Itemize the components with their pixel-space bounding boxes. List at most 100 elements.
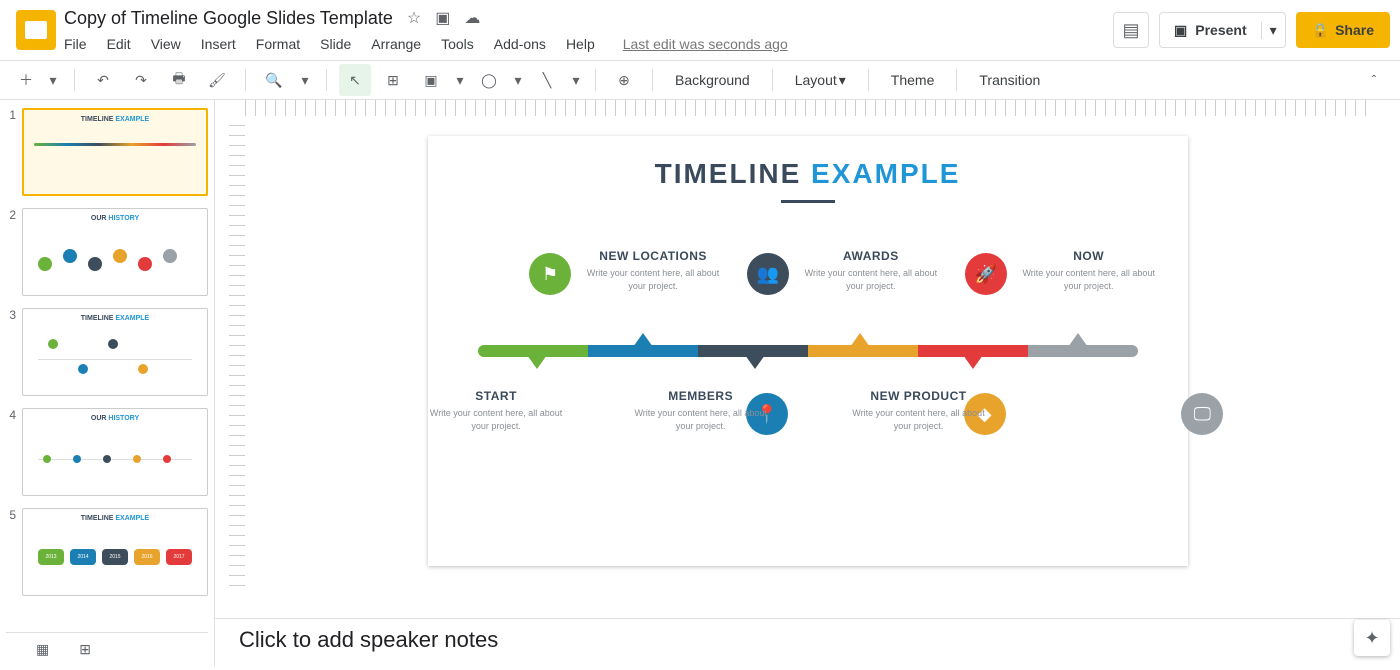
timeline-caption[interactable]: NOW Write your content here, all about yo… bbox=[1014, 249, 1164, 292]
timeline-bubble[interactable]: 🚀 bbox=[965, 253, 1007, 295]
paint-format-button[interactable]: 🖌 bbox=[201, 64, 233, 96]
toolbar: ＋ ▾ ↶ ↷ 🖶 🖌 🔍 ▾ ↖ ⊞ ▣ ▾ ◯ ▾ ╲ ▾ ⊕ Backgr… bbox=[0, 60, 1400, 100]
comment-tool[interactable]: ⊕ bbox=[608, 64, 640, 96]
title-word-b: EXAMPLE bbox=[811, 158, 960, 189]
thumbnail-4[interactable]: OUR HISTORY bbox=[22, 408, 208, 496]
present-dropdown[interactable]: ▾ bbox=[1261, 22, 1285, 39]
explore-icon: ✦ bbox=[1364, 628, 1379, 649]
menu-file[interactable]: File bbox=[64, 36, 87, 52]
print-button[interactable]: 🖶 bbox=[163, 64, 195, 96]
app-header: Copy of Timeline Google Slides Template … bbox=[0, 0, 1400, 60]
doc-title[interactable]: Copy of Timeline Google Slides Template bbox=[64, 8, 393, 29]
menu-insert[interactable]: Insert bbox=[201, 36, 236, 52]
share-button[interactable]: 🔒 Share bbox=[1296, 12, 1390, 48]
timeline-body: Write your content here, all about your … bbox=[796, 267, 946, 292]
speaker-notes[interactable]: Click to add speaker notes bbox=[215, 618, 1400, 666]
zoom-button[interactable]: 🔍 bbox=[258, 64, 290, 96]
slide-canvas[interactable]: TIMELINE EXAMPLE ⚑NEW LOCATIONSWrite you… bbox=[428, 136, 1188, 566]
shape-dropdown[interactable]: ▾ bbox=[511, 64, 525, 96]
comment-icon: ▤ bbox=[1123, 20, 1140, 41]
timeline-bubble[interactable]: ⚑ bbox=[529, 253, 571, 295]
menu-edit[interactable]: Edit bbox=[107, 36, 131, 52]
canvas[interactable]: TIMELINE EXAMPLE ⚑NEW LOCATIONSWrite you… bbox=[215, 116, 1400, 618]
new-slide-dropdown[interactable]: ▾ bbox=[44, 64, 62, 96]
undo-button[interactable]: ↶ bbox=[87, 64, 119, 96]
timeline-marker bbox=[527, 355, 547, 369]
timeline-body: Write your content here, all about your … bbox=[421, 407, 571, 432]
timeline-caption[interactable]: AWARDS Write your content here, all about… bbox=[796, 249, 946, 292]
textbox-tool[interactable]: ⊞ bbox=[377, 64, 409, 96]
timeline-bubble[interactable]: 👥 bbox=[747, 253, 789, 295]
grid-view-icon[interactable]: ⊞ bbox=[79, 641, 91, 658]
filmstrip: 1 TIMELINE EXAMPLE 2 OUR HISTORY 3 bbox=[0, 100, 215, 666]
separator bbox=[868, 69, 869, 91]
menu-addons[interactable]: Add-ons bbox=[494, 36, 546, 52]
thumbnail-5[interactable]: TIMELINE EXAMPLE 2013 2014 2015 2016 201… bbox=[22, 508, 208, 596]
timeline-body: Write your content here, all about your … bbox=[1014, 267, 1164, 292]
image-tool[interactable]: ▣ bbox=[415, 64, 447, 96]
title-underline bbox=[781, 200, 835, 203]
collapse-toolbar[interactable]: ˆ bbox=[1358, 64, 1390, 96]
thumbnail-3[interactable]: TIMELINE EXAMPLE bbox=[22, 308, 208, 396]
star-icon[interactable]: ☆ bbox=[407, 8, 421, 28]
timeline-label: MEMBERS bbox=[626, 389, 776, 403]
timeline-body: Write your content here, all about your … bbox=[626, 407, 776, 432]
present-button[interactable]: ▣ Present bbox=[1160, 22, 1261, 39]
menu-view[interactable]: View bbox=[151, 36, 181, 52]
last-edit[interactable]: Last edit was seconds ago bbox=[623, 36, 788, 52]
redo-button[interactable]: ↷ bbox=[125, 64, 157, 96]
ruler-horizontal bbox=[245, 100, 1370, 116]
timeline-label: START bbox=[421, 389, 571, 403]
theme-button[interactable]: Theme bbox=[881, 64, 945, 96]
image-dropdown[interactable]: ▾ bbox=[453, 64, 467, 96]
timeline[interactable]: ⚑NEW LOCATIONSWrite your content here, a… bbox=[478, 263, 1138, 503]
menu-tools[interactable]: Tools bbox=[441, 36, 474, 52]
filmstrip-view-icon[interactable]: ▦ bbox=[36, 641, 49, 658]
timeline-marker bbox=[745, 355, 765, 369]
menu-bar: File Edit View Insert Format Slide Arran… bbox=[64, 30, 1113, 60]
thumb-number: 1 bbox=[6, 108, 16, 196]
present-label: Present bbox=[1195, 22, 1246, 38]
layout-button[interactable]: Layout▾ bbox=[785, 64, 856, 96]
timeline-marker bbox=[850, 333, 870, 347]
timeline-label: NOW bbox=[1014, 249, 1164, 263]
separator bbox=[772, 69, 773, 91]
menu-arrange[interactable]: Arrange bbox=[371, 36, 421, 52]
explore-button[interactable]: ✦ bbox=[1354, 620, 1390, 656]
line-tool[interactable]: ╲ bbox=[531, 64, 563, 96]
editor: TIMELINE EXAMPLE ⚑NEW LOCATIONSWrite you… bbox=[215, 100, 1400, 666]
menu-format[interactable]: Format bbox=[256, 36, 300, 52]
timeline-label: AWARDS bbox=[796, 249, 946, 263]
timeline-marker bbox=[963, 355, 983, 369]
thumbnail-1[interactable]: TIMELINE EXAMPLE bbox=[22, 108, 208, 196]
timeline-label: NEW LOCATIONS bbox=[578, 249, 728, 263]
timeline-marker bbox=[1068, 333, 1088, 347]
body: 1 TIMELINE EXAMPLE 2 OUR HISTORY 3 bbox=[0, 100, 1400, 666]
comments-button[interactable]: ▤ bbox=[1113, 12, 1149, 48]
thumb-number: 5 bbox=[6, 508, 16, 596]
play-icon: ▣ bbox=[1174, 22, 1187, 39]
thumbnail-2[interactable]: OUR HISTORY bbox=[22, 208, 208, 296]
separator bbox=[245, 69, 246, 91]
timeline-caption[interactable]: NEW PRODUCTWrite your content here, all … bbox=[844, 389, 994, 432]
timeline-bubble[interactable]: 🖵 bbox=[1181, 393, 1223, 435]
timeline-body: Write your content here, all about your … bbox=[578, 267, 728, 292]
timeline-caption[interactable]: START Write your content here, all about … bbox=[421, 389, 571, 432]
timeline-caption[interactable]: NEW LOCATIONS Write your content here, al… bbox=[578, 249, 728, 292]
timeline-caption[interactable]: MEMBERS Write your content here, all abou… bbox=[626, 389, 776, 432]
shape-tool[interactable]: ◯ bbox=[473, 64, 505, 96]
menu-slide[interactable]: Slide bbox=[320, 36, 351, 52]
move-icon[interactable]: ▣ bbox=[435, 8, 450, 28]
present-button-group: ▣ Present ▾ bbox=[1159, 12, 1286, 48]
zoom-dropdown[interactable]: ▾ bbox=[296, 64, 314, 96]
slide-title[interactable]: TIMELINE EXAMPLE bbox=[428, 136, 1188, 190]
transition-button[interactable]: Transition bbox=[969, 64, 1050, 96]
new-slide-button[interactable]: ＋ bbox=[10, 64, 42, 96]
select-tool[interactable]: ↖ bbox=[339, 64, 371, 96]
menu-help[interactable]: Help bbox=[566, 36, 595, 52]
cloud-icon[interactable]: ☁ bbox=[464, 8, 480, 28]
timeline-body: Write your content here, all about your … bbox=[844, 407, 994, 432]
line-dropdown[interactable]: ▾ bbox=[569, 64, 583, 96]
background-button[interactable]: Background bbox=[665, 64, 760, 96]
title-block: Copy of Timeline Google Slides Template … bbox=[64, 6, 1113, 60]
